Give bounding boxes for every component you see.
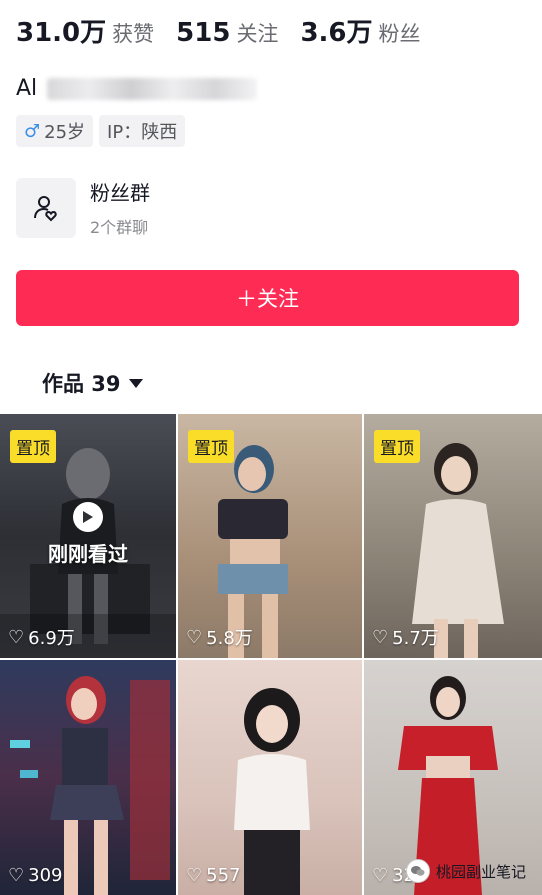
ip-label: IP：陕西 xyxy=(107,122,178,143)
stat-value: 31.0万 xyxy=(16,18,107,48)
pinned-badge: 置顶 xyxy=(10,430,56,463)
profile-stats: 31.0万 获赞 515 关注 3.6万 粉丝 xyxy=(16,12,421,49)
stat-value: 3.6万 xyxy=(300,18,373,48)
wechat-icon xyxy=(405,859,430,883)
like-count: ♡ 5.7万 xyxy=(372,624,439,650)
pinned-badge: 置顶 xyxy=(188,430,234,463)
ip-tag: IP：陕西 xyxy=(99,115,186,147)
video-figure xyxy=(234,688,310,895)
video-thumbnail[interactable]: 置顶 刚刚看过 ♡ 6.9万 xyxy=(0,414,176,658)
following-stat[interactable]: 515 关注 xyxy=(176,18,278,48)
video-thumbnail[interactable]: 置顶 ♡ 5.7万 xyxy=(364,414,542,658)
like-count: ♡ 5.8万 xyxy=(186,624,253,650)
like-count-value: 5.7万 xyxy=(392,628,439,649)
age-label: 25岁 xyxy=(44,122,86,143)
like-count-value: 6.9万 xyxy=(28,628,75,649)
like-count: ♡ 309 xyxy=(8,865,63,886)
watermark: 桃园副业笔记 xyxy=(405,859,526,883)
stat-label: 关注 xyxy=(236,22,279,46)
heart-icon: ♡ xyxy=(186,865,203,886)
fan-group-text: 粉丝群 2个群聊 xyxy=(90,177,150,238)
like-count-value: 5.8万 xyxy=(206,628,253,649)
stat-value: 515 xyxy=(176,18,231,48)
works-tab-label: 作品 39 xyxy=(42,372,121,396)
video-figure xyxy=(10,676,170,895)
profile-name: Al xyxy=(16,76,38,101)
name-blur-mask xyxy=(47,77,258,100)
profile-tags: ♂ 25岁 IP：陕西 xyxy=(16,115,186,147)
heart-icon: ♡ xyxy=(8,626,25,648)
heart-icon: ♡ xyxy=(186,626,203,648)
play-icon xyxy=(73,502,103,532)
followers-stat[interactable]: 3.6万 粉丝 xyxy=(300,12,420,49)
fan-group-title: 粉丝群 xyxy=(90,181,150,205)
recently-watched-label: 刚刚看过 xyxy=(48,542,128,566)
like-count-value: 309 xyxy=(28,865,63,886)
like-count: ♡ 557 xyxy=(186,865,241,886)
video-thumbnail[interactable]: 置顶 ♡ 5.8万 xyxy=(178,414,362,658)
follow-button[interactable]: ＋关注 xyxy=(16,270,519,326)
profile-name-row: Al xyxy=(16,76,258,101)
caret-down-icon xyxy=(128,378,143,388)
like-count: ♡ 6.9万 xyxy=(8,624,75,650)
heart-icon: ♡ xyxy=(372,626,389,648)
likes-stat[interactable]: 31.0万 获赞 xyxy=(16,12,154,49)
user-heart-icon xyxy=(16,177,76,238)
works-tab[interactable]: 作品 39 xyxy=(42,368,143,398)
fan-group-entry[interactable]: 粉丝群 2个群聊 xyxy=(16,177,150,238)
stat-label: 粉丝 xyxy=(378,22,421,46)
watermark-text: 桃园副业笔记 xyxy=(435,862,526,881)
stat-label: 获赞 xyxy=(112,22,155,46)
like-count-value: 557 xyxy=(206,865,241,886)
video-thumbnail[interactable]: ♡ 309 xyxy=(0,660,176,895)
video-thumbnail[interactable]: ♡ 557 xyxy=(178,660,362,895)
fan-group-subtitle: 2个群聊 xyxy=(90,218,149,237)
recently-watched-overlay: 刚刚看过 xyxy=(0,502,176,567)
heart-icon: ♡ xyxy=(8,865,25,886)
pinned-badge: 置顶 xyxy=(374,430,420,463)
male-icon: ♂ xyxy=(24,120,41,142)
heart-icon: ♡ xyxy=(372,865,389,886)
gender-age-tag: ♂ 25岁 xyxy=(16,115,94,147)
